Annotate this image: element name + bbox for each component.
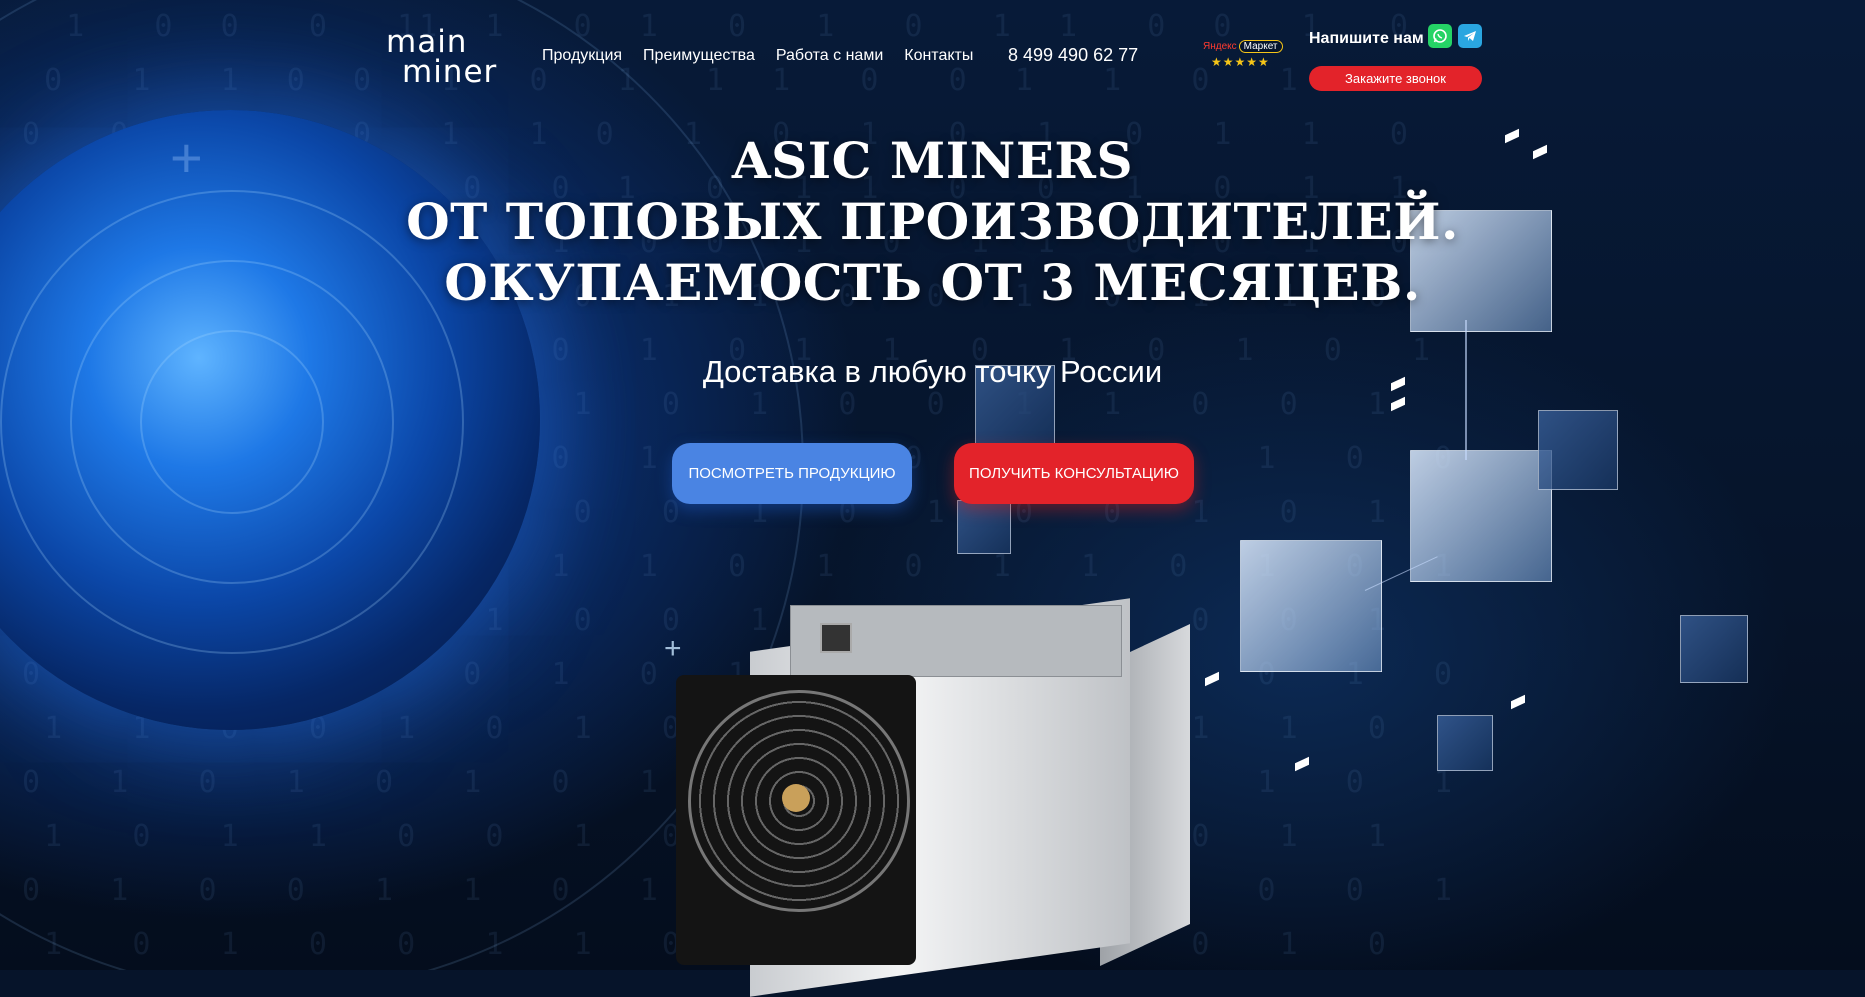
node xyxy=(1205,671,1219,687)
write-us-label: Напишите нам xyxy=(1309,30,1424,47)
hero-title-line: ОКУПАЕМОСТЬ ОТ 3 МЕСЯЦЕВ. xyxy=(444,253,1421,312)
cube xyxy=(1410,450,1552,582)
hero-section: ASIC MINERS ОТ ТОПОВЫХ ПРОИЗВОДИТЕЛЕЙ. О… xyxy=(0,130,1865,313)
nav-item-products[interactable]: Продукция xyxy=(542,47,622,65)
hero-title-line: ОТ ТОПОВЫХ ПРОИЗВОДИТЕЛЕЙ. xyxy=(406,192,1459,251)
nav-item-contacts[interactable]: Контакты xyxy=(904,47,973,65)
nav-item-advantages[interactable]: Преимущества xyxy=(643,47,755,65)
fan-hub xyxy=(782,784,810,812)
whatsapp-icon[interactable] xyxy=(1428,24,1452,48)
hero-subtitle: Доставка в любую точку России xyxy=(702,354,1163,389)
nav-item-work-with-us[interactable]: Работа с нами xyxy=(776,47,883,65)
telegram-icon[interactable] xyxy=(1458,24,1482,48)
market-label: Маркет xyxy=(1238,40,1283,53)
logo-line2: miner xyxy=(402,54,498,90)
connector-line xyxy=(1465,320,1467,460)
yandex-label: Яндекс xyxy=(1203,41,1237,52)
cube xyxy=(957,500,1011,554)
ethernet-port xyxy=(820,623,852,653)
phone-number[interactable]: 8 499 490 62 77 xyxy=(1008,45,1138,66)
get-consultation-button[interactable]: Получить консультацию xyxy=(954,443,1194,504)
cube xyxy=(1680,615,1748,683)
cube xyxy=(1538,410,1618,490)
view-products-button[interactable]: Посмотреть продукцию xyxy=(672,443,912,504)
yandex-market-badge[interactable]: Яндекс Маркет ★★★★★ xyxy=(1203,40,1283,72)
order-call-button[interactable]: Закажите звонок xyxy=(1309,66,1482,91)
asic-miner-image xyxy=(670,565,1190,997)
node xyxy=(1295,756,1309,772)
cube xyxy=(1437,715,1493,771)
main-nav: Продукция Преимущества Работа с нами Кон… xyxy=(542,47,994,65)
hero-title-line: ASIC MINERS xyxy=(731,131,1134,190)
rating-stars: ★★★★★ xyxy=(1211,55,1270,69)
cube xyxy=(1240,540,1382,672)
node xyxy=(1511,694,1525,710)
hero-title: ASIC MINERS ОТ ТОПОВЫХ ПРОИЗВОДИТЕЛЕЙ. О… xyxy=(0,130,1865,313)
logo[interactable]: main miner xyxy=(386,24,514,92)
site-header: main miner Продукция Преимущества Работа… xyxy=(0,0,1865,110)
node xyxy=(1391,396,1405,412)
